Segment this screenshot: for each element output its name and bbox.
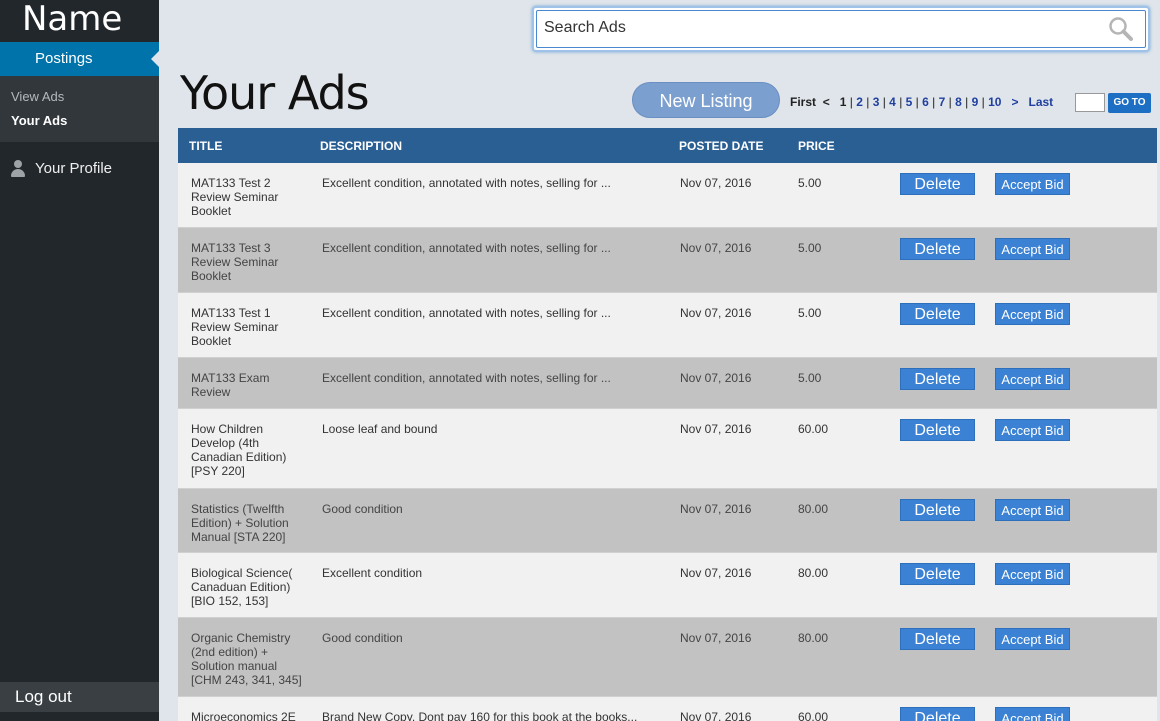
cell-description: Excellent condition, annotated with note… [322, 306, 611, 320]
search-icon[interactable] [1108, 16, 1134, 42]
cell-price: 5.00 [798, 306, 822, 320]
table-row: MAT133 Test 1 Review Seminar Booklet Exc… [178, 293, 1157, 358]
cell-title: Microeconomics 2E [191, 710, 296, 721]
delete-button[interactable]: Delete [900, 238, 975, 260]
submenu-item-view-ads[interactable]: View Ads [0, 84, 159, 108]
pagination-page[interactable]: 4 [889, 95, 896, 109]
pagination: First < 1 | 2 | 3 | 4 | 5 | 6 | 7 | 8 | … [790, 95, 1054, 109]
cell-date: Nov 07, 2016 [680, 176, 752, 190]
header-description: DESCRIPTION [320, 139, 403, 153]
table-row: MAT133 Test 3 Review Seminar Booklet Exc… [178, 228, 1157, 293]
cell-description: Excellent condition, annotated with note… [322, 371, 611, 385]
cell-title: MAT133 Test 2 Review Seminar Booklet [191, 176, 279, 218]
delete-button[interactable]: Delete [900, 707, 975, 721]
accept-bid-button[interactable]: Accept Bid [995, 173, 1070, 195]
pagination-next[interactable]: > [1011, 95, 1018, 109]
cell-description: Good condition [322, 631, 403, 645]
table-row: MAT133 Test 2 Review Seminar Booklet Exc… [178, 163, 1157, 228]
goto-page-input[interactable] [1075, 93, 1105, 112]
cell-description: Good condition [322, 502, 403, 516]
cell-price: 5.00 [798, 176, 822, 190]
table-row: Organic Chemistry (2nd edition) + Soluti… [178, 618, 1157, 697]
pagination-first[interactable]: First [790, 95, 816, 109]
accept-bid-button[interactable]: Accept Bid [995, 419, 1070, 441]
cell-title: MAT133 Test 1 Review Seminar Booklet [191, 306, 279, 348]
accept-bid-button[interactable]: Accept Bid [995, 707, 1070, 721]
table-row: How Children Develop (4th Canadian Editi… [178, 409, 1157, 489]
postings-submenu: View Ads Your Ads [0, 76, 159, 142]
cell-date: Nov 07, 2016 [680, 422, 752, 436]
cell-date: Nov 07, 2016 [680, 502, 752, 516]
cell-title: How Children Develop (4th Canadian Editi… [191, 422, 287, 478]
brand-name: Name [0, 0, 159, 42]
pagination-page[interactable]: 6 [922, 95, 929, 109]
accept-bid-button[interactable]: Accept Bid [995, 303, 1070, 325]
header-title: TITLE [189, 139, 223, 153]
cell-date: Nov 07, 2016 [680, 306, 752, 320]
cell-date: Nov 07, 2016 [680, 241, 752, 255]
cell-date: Nov 07, 2016 [680, 631, 752, 645]
delete-button[interactable]: Delete [900, 499, 975, 521]
cell-date: Nov 07, 2016 [680, 710, 752, 721]
submenu-item-your-ads[interactable]: Your Ads [0, 108, 159, 132]
delete-button[interactable]: Delete [900, 173, 975, 195]
cell-date: Nov 07, 2016 [680, 371, 752, 385]
delete-button[interactable]: Delete [900, 419, 975, 441]
goto-button[interactable]: GO TO [1108, 93, 1151, 113]
cell-description: Excellent condition [322, 566, 423, 580]
cell-title: Statistics (Twelfth Edition) + Solution … [191, 502, 289, 544]
logout-button[interactable]: Log out [0, 682, 159, 712]
cell-description: Excellent condition, annotated with note… [322, 176, 611, 190]
table-row: Biological Science( Canaduan Edition) [B… [178, 553, 1157, 618]
cell-date: Nov 07, 2016 [680, 566, 752, 580]
sidebar-item-label: Your Profile [35, 160, 112, 177]
sidebar-item-label: Postings [35, 50, 93, 67]
cell-price: 60.00 [798, 710, 829, 721]
pagination-last[interactable]: Last [1028, 95, 1053, 109]
cell-description: Excellent condition, annotated with note… [322, 241, 611, 255]
cell-title: Biological Science( Canaduan Edition) [B… [191, 566, 293, 608]
accept-bid-button[interactable]: Accept Bid [995, 563, 1070, 585]
cell-price: 80.00 [798, 631, 829, 645]
search-box [532, 6, 1150, 52]
cell-price: 80.00 [798, 502, 829, 516]
cell-description: Loose leaf and bound [322, 422, 438, 436]
cell-title: MAT133 Exam Review [191, 371, 270, 399]
table-row: Statistics (Twelfth Edition) + Solution … [178, 489, 1157, 553]
sidebar-item-postings[interactable]: Postings [0, 42, 159, 76]
accept-bid-button[interactable]: Accept Bid [995, 238, 1070, 260]
delete-button[interactable]: Delete [900, 628, 975, 650]
accept-bid-button[interactable]: Accept Bid [995, 628, 1070, 650]
page-title: Your Ads [180, 66, 370, 120]
pagination-page[interactable]: 8 [955, 95, 962, 109]
delete-button[interactable]: Delete [900, 303, 975, 325]
new-listing-button[interactable]: New Listing [632, 82, 780, 118]
ads-table: TITLE DESCRIPTION POSTED DATE PRICE MAT1… [178, 128, 1157, 721]
cell-price: 5.00 [798, 371, 822, 385]
pagination-page[interactable]: 2 [856, 95, 863, 109]
pagination-page[interactable]: 10 [988, 95, 1001, 109]
sidebar: Name Postings View Ads Your Ads Your Pro… [0, 0, 159, 721]
header-price: PRICE [798, 139, 835, 153]
cell-price: 80.00 [798, 566, 829, 580]
header-posted-date: POSTED DATE [679, 139, 764, 153]
user-icon [10, 160, 26, 177]
accept-bid-button[interactable]: Accept Bid [995, 368, 1070, 390]
delete-button[interactable]: Delete [900, 563, 975, 585]
sidebar-item-profile[interactable]: Your Profile [0, 142, 159, 177]
search-input[interactable] [544, 17, 1084, 39]
cell-price: 60.00 [798, 422, 829, 436]
cell-title: Organic Chemistry (2nd edition) + Soluti… [191, 631, 302, 687]
table-header: TITLE DESCRIPTION POSTED DATE PRICE [178, 128, 1157, 163]
delete-button[interactable]: Delete [900, 368, 975, 390]
active-indicator-arrow [151, 51, 159, 67]
cell-price: 5.00 [798, 241, 822, 255]
pagination-prev[interactable]: < [823, 95, 830, 109]
table-row: MAT133 Exam Review Excellent condition, … [178, 358, 1157, 409]
cell-title: MAT133 Test 3 Review Seminar Booklet [191, 241, 279, 283]
cell-description: Brand New Copy. Dont pay 160 for this bo… [322, 710, 638, 721]
accept-bid-button[interactable]: Accept Bid [995, 499, 1070, 521]
table-row: Microeconomics 2E Brand New Copy. Dont p… [178, 697, 1157, 721]
